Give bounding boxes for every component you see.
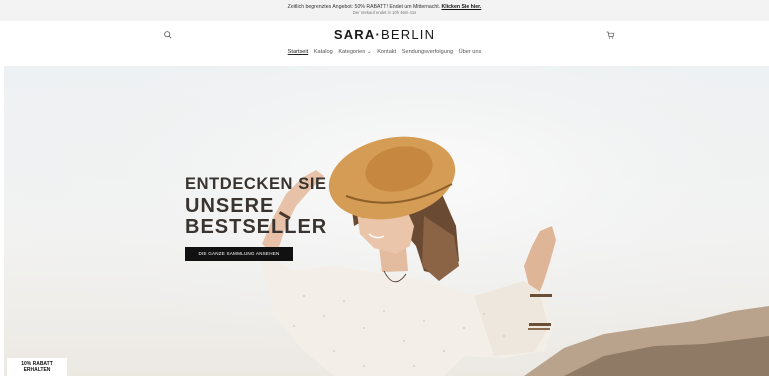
view-collection-button[interactable]: DIE GANZE SAMMLUNG ANSEHEN <box>185 247 293 261</box>
discount-line2: ERHALTEN <box>23 366 51 373</box>
nav-item-ueber-uns[interactable]: Über uns <box>459 49 482 55</box>
hero-title-line1: ENTDECKEN SIE <box>185 175 327 193</box>
nav-item-startseite[interactable]: Startseit <box>288 49 309 55</box>
nav-item-kategorien[interactable]: Kategorien ⌄ <box>338 49 371 55</box>
countdown-text: Der Verkauf endet in 10h 46m 41s <box>352 10 417 15</box>
nav-item-katalog[interactable]: Katalog <box>314 49 333 55</box>
nav-item-sendungsverfolgung[interactable]: Sendungsverfolgung <box>402 49 453 55</box>
hero-title: ENTDECKEN SIE UNSERE BESTSELLER <box>185 176 327 237</box>
cart-icon[interactable] <box>605 30 615 40</box>
nav-item-kontakt[interactable]: Kontakt <box>377 49 396 55</box>
hero-banner <box>4 66 769 376</box>
hero-title-line3: BESTSELLER <box>185 215 328 238</box>
logo-primary: SARA <box>333 27 376 42</box>
announcement-bar: Zeitlich begrenztes Angebot: 50% RABATT!… <box>0 0 769 21</box>
hero-image <box>4 66 769 376</box>
hero-title-line2: UNSERE <box>185 194 275 217</box>
site-header: SARA·BERLIN Startseit Katalog Kategorien… <box>0 21 769 65</box>
main-nav: Startseit Katalog Kategorien ⌄ Kontakt S… <box>0 49 769 55</box>
announcement-text: Zeitlich begrenztes Angebot: 50% RABATT!… <box>0 0 769 10</box>
announcement-link[interactable]: Klicken Sie hier. <box>442 4 482 10</box>
logo-secondary: BERLIN <box>381 27 436 42</box>
discount-badge[interactable]: 10% RABATT ERHALTEN <box>7 358 67 376</box>
site-logo[interactable]: SARA·BERLIN <box>0 28 769 42</box>
